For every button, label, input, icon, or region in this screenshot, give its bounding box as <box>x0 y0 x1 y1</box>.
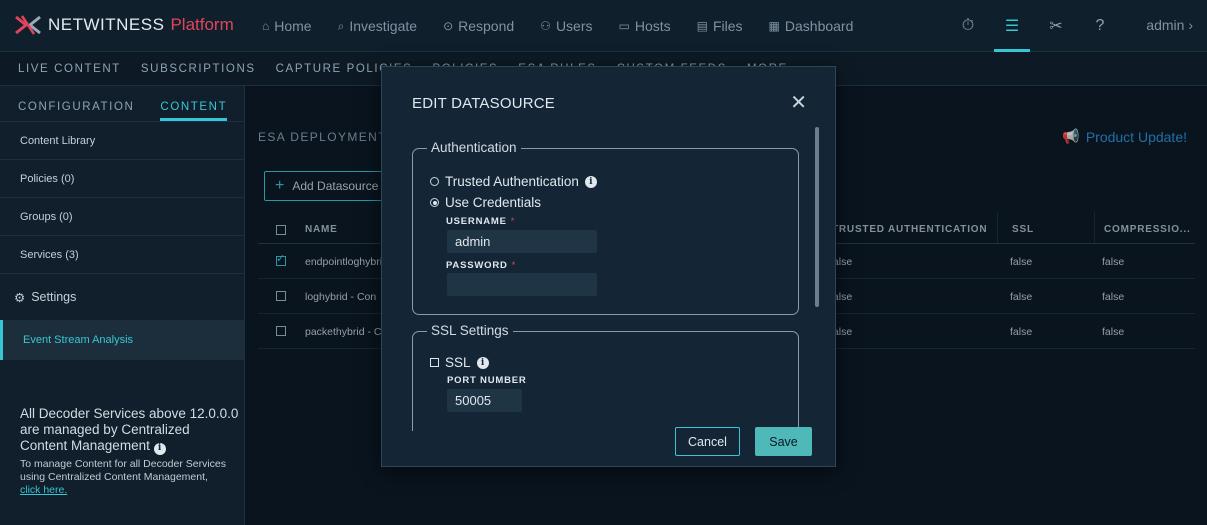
nav-label: Hosts <box>634 18 671 34</box>
nav-label: Home <box>274 18 312 34</box>
nav-files[interactable]: ▤ Files <box>697 18 743 34</box>
notice-title: All Decoder Services above 12.0.0.0 are … <box>20 406 239 454</box>
nav-label: Users <box>555 18 593 34</box>
close-icon[interactable]: ✕ <box>790 93 807 113</box>
trusted-auth-radio[interactable]: Trusted Authentication i <box>430 174 597 189</box>
port-number-field[interactable]: 50005 <box>447 389 522 412</box>
sidebar: CONFIGURATION CONTENT Content Library Po… <box>0 86 245 525</box>
tab-configuration[interactable]: CONFIGURATION <box>18 101 134 121</box>
brand-platform: Platform <box>170 15 234 34</box>
help-icon[interactable]: ? <box>1082 0 1118 52</box>
ssl-checkbox[interactable]: SSL i <box>430 355 489 370</box>
use-credentials-label: Use Credentials <box>445 195 542 210</box>
nav-users[interactable]: ⚇ Users <box>540 18 592 34</box>
sidebar-item-content-library[interactable]: Content Library <box>0 122 244 160</box>
nav-label: Files <box>712 18 743 34</box>
hosts-icon: ▭ <box>618 19 630 33</box>
username-field[interactable]: admin <box>447 230 597 253</box>
required-marker: * <box>510 216 516 227</box>
ssl-label: SSL <box>445 355 471 370</box>
subnav-live-content[interactable]: LIVE CONTENT <box>18 63 121 75</box>
info-icon: i <box>153 442 166 455</box>
gear-icon: ⚙ <box>14 290 26 305</box>
sidebar-tabs: CONFIGURATION CONTENT <box>0 86 244 122</box>
users-icon: ⚇ <box>540 19 551 33</box>
app-logo[interactable]: NETWITNESS Platform <box>14 14 234 36</box>
sidebar-settings-header: ⚙ Settings <box>0 274 244 320</box>
username-label-text: USERNAME <box>446 216 507 227</box>
ccm-notice: All Decoder Services above 12.0.0.0 are … <box>20 406 240 496</box>
brand-name: NETWITNESS <box>48 15 165 34</box>
info-icon: i <box>476 356 489 369</box>
files-icon: ▤ <box>696 19 708 33</box>
cancel-button[interactable]: Cancel <box>675 427 740 456</box>
settings-label: Settings <box>31 290 77 304</box>
sidebar-item-event-stream-analysis[interactable]: Event Stream Analysis <box>0 320 244 360</box>
nav-label: Respond <box>458 18 515 34</box>
info-icon: i <box>584 175 597 188</box>
nav-respond[interactable]: ⊙ Respond <box>443 18 514 34</box>
authentication-fieldset: Authentication Trusted Authentication i … <box>412 140 799 315</box>
admin-panel-icon[interactable]: ☰ <box>994 0 1030 52</box>
netwitness-logo-icon <box>15 15 41 35</box>
use-credentials-radio[interactable]: Use Credentials <box>430 195 541 210</box>
password-field[interactable] <box>447 273 597 296</box>
authentication-legend: Authentication <box>427 140 521 155</box>
timer-icon[interactable]: ⏱ <box>950 0 986 52</box>
nav-home[interactable]: ⌂ Home <box>262 18 312 34</box>
sidebar-item-services[interactable]: Services (3) <box>0 236 244 274</box>
subnav-subscriptions[interactable]: SUBSCRIPTIONS <box>141 63 256 75</box>
click-here-link[interactable]: click here. <box>20 484 240 496</box>
chevron-right-icon: › <box>1188 17 1193 33</box>
nav-dashboard[interactable]: ▦ Dashboard <box>769 18 854 34</box>
modal-scrollbar[interactable] <box>815 127 819 307</box>
nav-hosts[interactable]: ▭ Hosts <box>619 18 671 34</box>
sidebar-item-groups[interactable]: Groups (0) <box>0 198 244 236</box>
notice-text: To manage Content for all Decoder Servic… <box>20 457 227 483</box>
tool-icons: ⏱ ☰ ✂ ? <box>950 0 1126 52</box>
respond-icon: ⊙ <box>443 19 454 33</box>
nav-label: Investigate <box>349 18 418 34</box>
sidebar-item-policies[interactable]: Policies (0) <box>0 160 244 198</box>
password-label: PASSWORD * <box>446 260 516 271</box>
required-marker: * <box>511 260 517 271</box>
port-number-label: PORT NUMBER <box>447 375 527 386</box>
user-menu[interactable]: admin › <box>1146 17 1193 33</box>
modal-title: EDIT DATASOURCE <box>412 95 556 112</box>
ssl-settings-legend: SSL Settings <box>427 323 513 338</box>
investigate-icon: ⌕ <box>337 18 345 33</box>
user-name: admin <box>1146 17 1185 33</box>
username-label: USERNAME * <box>446 216 515 227</box>
main-nav: ⌂ Home ⌕ Investigate ⊙ Respond ⚇ Users ▭ Host… <box>262 0 879 52</box>
password-label-text: PASSWORD <box>446 260 508 271</box>
nav-investigate[interactable]: ⌕ Investigate <box>338 18 417 34</box>
trusted-auth-label: Trusted Authentication <box>445 174 579 189</box>
save-button[interactable]: Save <box>755 427 812 456</box>
config-tools-icon[interactable]: ✂ <box>1038 0 1074 52</box>
nav-label: Dashboard <box>784 18 854 34</box>
radio-unselected-icon <box>430 177 439 186</box>
radio-selected-icon <box>430 198 439 207</box>
ssl-settings-fieldset: SSL Settings SSL i PORT NUMBER 50005 <box>412 323 799 431</box>
tab-content[interactable]: CONTENT <box>160 101 228 121</box>
home-icon: ⌂ <box>262 19 270 33</box>
dashboard-icon: ▦ <box>768 19 780 33</box>
edit-datasource-modal: EDIT DATASOURCE ✕ Authentication Trusted… <box>381 66 836 467</box>
checkbox-unchecked-icon <box>430 358 439 367</box>
top-navigation-bar: NETWITNESS Platform ⌂ Home ⌕ Investigate ⊙ R… <box>0 0 1207 52</box>
